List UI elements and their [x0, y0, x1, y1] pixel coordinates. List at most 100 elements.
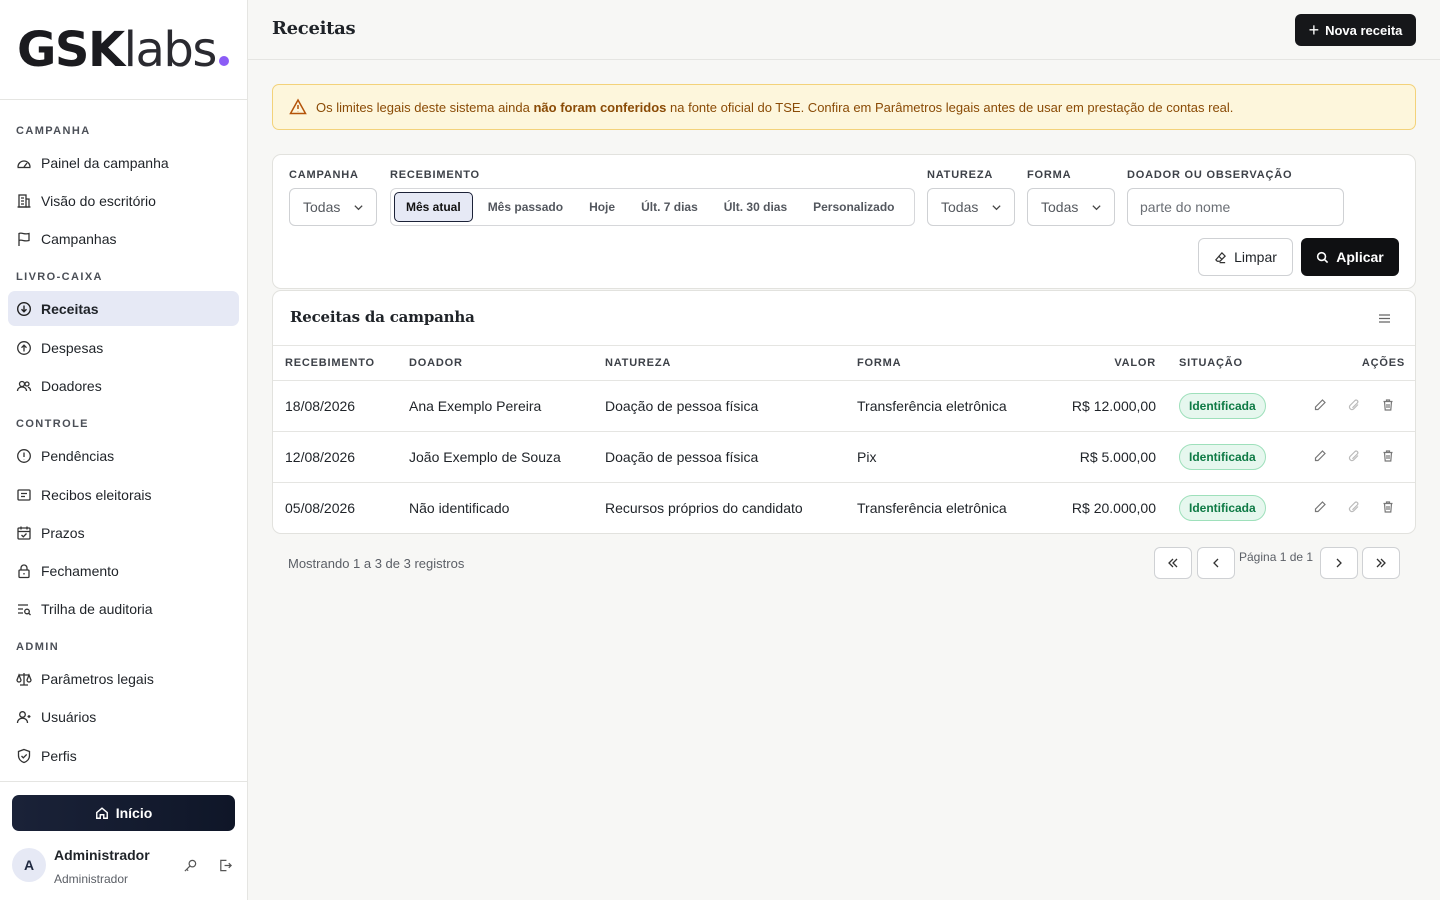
campanha-select[interactable]: Todas [289, 188, 377, 226]
table-title: Receitas da campanha [290, 308, 475, 326]
column-header-valor[interactable]: VALOR [1114, 357, 1156, 369]
sidebar-footer: Início A Administrador Administrador [0, 781, 247, 900]
sidebar-item-label: Pendências [41, 447, 115, 464]
chevron-right-icon [1336, 558, 1342, 568]
sidebar-item-fechamento[interactable]: Fechamento [8, 553, 239, 588]
period-ult-30-dias[interactable]: Últ. 30 dias [713, 192, 798, 222]
user-role: Administrador [54, 872, 129, 886]
status-badge: Identificada [1179, 495, 1266, 521]
sidebar-item-recibos[interactable]: Recibos eleitorais [8, 477, 239, 512]
chevron-down-icon [354, 205, 363, 211]
paperclip-icon[interactable] [1347, 500, 1361, 514]
alert-text: Os limites legais deste sistema ainda nã… [316, 100, 1233, 115]
period-ult-7-dias[interactable]: Últ. 7 dias [630, 192, 709, 222]
sidebar-item-parametros[interactable]: Parâmetros legais [8, 661, 239, 696]
filter-label-doador: DOADOR OU OBSERVAÇÃO [1127, 169, 1293, 181]
flag-icon [18, 231, 30, 246]
clear-filters-button[interactable]: Limpar [1198, 238, 1293, 276]
trash-icon[interactable] [1381, 500, 1395, 514]
cell-doador: João Exemplo de Souza [409, 449, 561, 465]
sidebar-item-receitas[interactable]: Receitas [8, 291, 239, 326]
home-icon [95, 807, 108, 819]
sidebar-item-pendencias[interactable]: Pendências [8, 438, 239, 473]
period-hoje[interactable]: Hoje [578, 192, 626, 222]
page-indicator: Página 1 de 1 [1239, 550, 1314, 564]
sidebar-item-doadores[interactable]: Doadores [8, 368, 239, 403]
sidebar-item-prazos[interactable]: Prazos [8, 515, 239, 550]
sidebar-item-label: Recibos eleitorais [41, 486, 152, 503]
edit-icon[interactable] [1313, 398, 1327, 412]
eraser-icon [1215, 251, 1227, 263]
sidebar: GSKlabs CAMPANHA Painel da campanha Visã… [0, 0, 248, 900]
forma-select[interactable]: Todas [1027, 188, 1115, 226]
search-icon [1317, 251, 1329, 263]
doador-search-input[interactable] [1127, 188, 1344, 226]
sidebar-item-perfis[interactable]: Perfis [8, 738, 239, 773]
pagination-info: Mostrando 1 a 3 de 3 registros [288, 556, 465, 571]
key-icon[interactable] [183, 858, 198, 873]
paperclip-icon[interactable] [1347, 398, 1361, 412]
arrow-up-circle-icon [17, 340, 31, 355]
sidebar-item-label: Despesas [41, 339, 104, 356]
trash-icon[interactable] [1381, 398, 1395, 412]
natureza-select[interactable]: Todas [927, 188, 1015, 226]
alert-text-after: na fonte oficial do TSE. Confira em Parâ… [666, 99, 1234, 115]
logout-icon[interactable] [218, 858, 233, 873]
avatar[interactable]: A [12, 848, 46, 882]
cell-doador: Não identificado [409, 500, 510, 516]
user-plus-icon [16, 710, 31, 723]
column-header-doador[interactable]: DOADOR [409, 357, 463, 369]
table-row[interactable]: 12/08/2026 João Exemplo de Souza Doação … [273, 432, 1415, 483]
cell-recebimento: 12/08/2026 [285, 449, 356, 465]
cell-natureza: Doação de pessoa física [605, 449, 759, 465]
last-page-button[interactable] [1362, 547, 1400, 579]
home-button-label: Início [115, 805, 153, 821]
prev-page-button[interactable] [1197, 547, 1235, 579]
lock-icon [18, 563, 30, 578]
arrow-down-circle-icon [16, 301, 32, 316]
menu-icon[interactable] [1378, 313, 1391, 324]
sidebar-item-escritorio[interactable]: Visão do escritório [8, 183, 239, 218]
next-page-button[interactable] [1320, 547, 1358, 579]
sidebar-item-campanhas[interactable]: Campanhas [8, 221, 239, 256]
forma-select-value: Todas [1041, 199, 1079, 215]
period-mes-passado[interactable]: Mês passado [477, 192, 574, 222]
column-header-recebimento[interactable]: RECEBIMENTO [285, 357, 375, 369]
brand-logo[interactable]: GSKlabs [0, 0, 247, 100]
sidebar-item-auditoria[interactable]: Trilha de auditoria [8, 591, 239, 626]
page-title: Receitas [272, 18, 356, 39]
sidebar-item-label: Prazos [41, 524, 85, 541]
sidebar-item-label: Visão do escritório [41, 192, 156, 209]
filter-label-forma: FORMA [1027, 169, 1072, 181]
scale-icon [16, 672, 32, 686]
edit-icon[interactable] [1313, 500, 1327, 514]
sidebar-item-label: Painel da campanha [41, 154, 169, 171]
nav-group-admin: ADMIN [16, 641, 60, 653]
apply-filters-button[interactable]: Aplicar [1301, 238, 1399, 276]
campanha-select-value: Todas [303, 199, 341, 215]
alert-circle-icon [17, 448, 31, 463]
trash-icon[interactable] [1381, 449, 1395, 463]
column-header-forma[interactable]: FORMA [857, 357, 901, 369]
sidebar-item-painel[interactable]: Painel da campanha [8, 145, 239, 180]
edit-icon[interactable] [1313, 449, 1327, 463]
legal-limits-alert: Os limites legais deste sistema ainda nã… [272, 84, 1416, 130]
filter-label-campanha: CAMPANHA [289, 169, 359, 181]
period-personalizado[interactable]: Personalizado [802, 192, 905, 222]
period-mes-atual[interactable]: Mês atual [394, 192, 473, 222]
column-header-situacao[interactable]: SITUAÇÃO [1179, 357, 1243, 369]
calendar-check-icon [17, 526, 31, 540]
sidebar-item-despesas[interactable]: Despesas [8, 330, 239, 365]
filter-label-recebimento: RECEBIMENTO [390, 169, 480, 181]
home-button[interactable]: Início [12, 795, 235, 831]
column-header-natureza[interactable]: NATUREZA [605, 357, 671, 369]
first-page-button[interactable] [1154, 547, 1192, 579]
table-row[interactable]: 05/08/2026 Não identificado Recursos pró… [273, 483, 1415, 533]
cell-forma: Transferência eletrônica [857, 398, 1007, 414]
sidebar-item-usuarios[interactable]: Usuários [8, 699, 239, 734]
paperclip-icon[interactable] [1347, 449, 1361, 463]
table-row[interactable]: 18/08/2026 Ana Exemplo Pereira Doação de… [273, 381, 1415, 432]
table-header: RECEBIMENTO DOADOR NATUREZA FORMA VALOR … [273, 345, 1415, 381]
new-receita-button[interactable]: + Nova receita [1295, 14, 1416, 46]
sidebar-item-label: Trilha de auditoria [41, 600, 153, 617]
